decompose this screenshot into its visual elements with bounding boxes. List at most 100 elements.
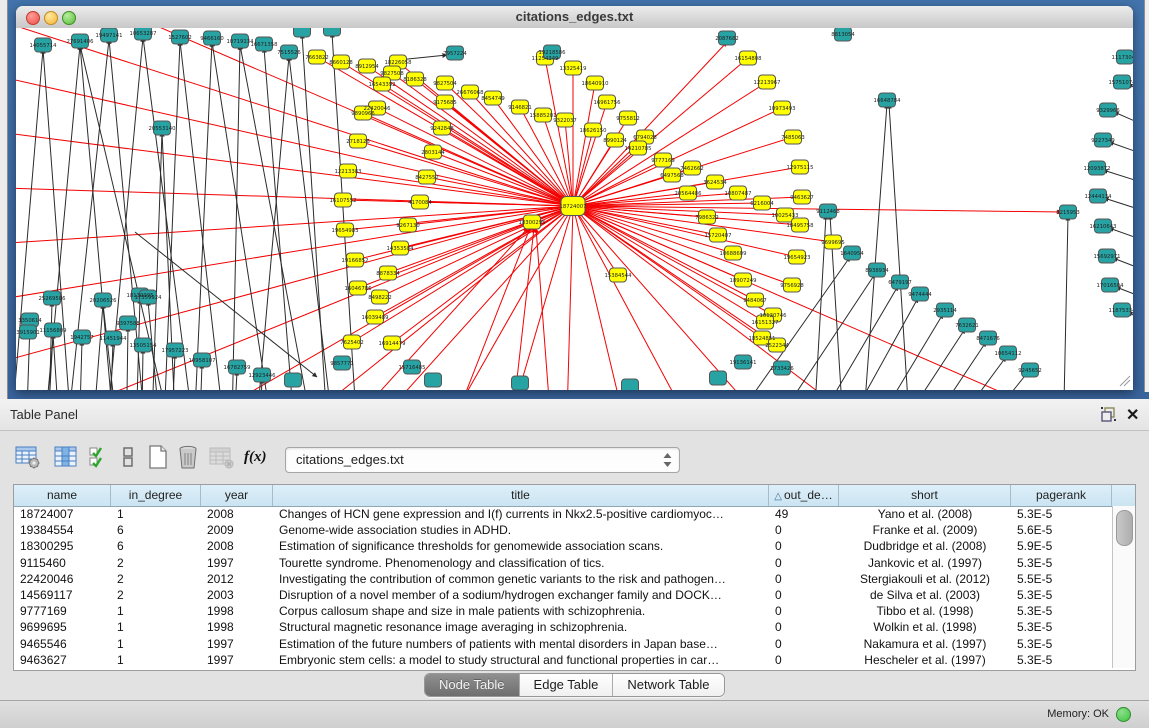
- cell-in_degree[interactable]: 1: [111, 652, 201, 668]
- cell-pagerank[interactable]: 5.3E-5: [1011, 555, 1112, 571]
- graph-edge[interactable]: [190, 42, 212, 390]
- graph-node[interactable]: [425, 373, 442, 387]
- graph-edge[interactable]: [445, 83, 573, 206]
- tab-edge-table[interactable]: Edge Table: [520, 674, 614, 696]
- graph-edge[interactable]: [573, 206, 765, 322]
- cell-name[interactable]: 18724007: [14, 506, 111, 522]
- graph-edge[interactable]: [377, 108, 573, 206]
- graph-edge[interactable]: [1114, 112, 1133, 132]
- tab-node-table[interactable]: Node Table: [425, 674, 520, 696]
- cell-short[interactable]: Wolkin et al. (1998): [839, 619, 1011, 635]
- cell-year[interactable]: 2008: [201, 506, 273, 522]
- cell-out_de[interactable]: 0: [769, 636, 839, 652]
- graph-node[interactable]: [512, 376, 529, 390]
- cell-out_de[interactable]: 0: [769, 619, 839, 635]
- graph-edge[interactable]: [78, 341, 82, 390]
- graph-edge[interactable]: [198, 364, 202, 390]
- cell-title[interactable]: Tourette syndrome. Phenomenology and cla…: [273, 555, 769, 571]
- column-header-name[interactable]: name: [14, 485, 111, 506]
- cell-out_de[interactable]: 49: [769, 506, 839, 522]
- cell-title[interactable]: Investigating the contribution of common…: [273, 571, 769, 587]
- graph-edge[interactable]: [1103, 170, 1133, 188]
- network-window-titlebar[interactable]: citations_edges.txt: [16, 6, 1133, 29]
- graph-edge[interactable]: [573, 206, 618, 275]
- cell-pagerank[interactable]: 5.3E-5: [1011, 636, 1112, 652]
- table-row[interactable]: 969969511998Structural magnetic resonanc…: [14, 619, 1112, 635]
- cell-short[interactable]: Nakamura et al. (1997): [839, 636, 1011, 652]
- cell-title[interactable]: Estimation of significance thresholds fo…: [273, 538, 769, 554]
- graph-edge[interactable]: [90, 304, 103, 390]
- cell-name[interactable]: 18300295: [14, 538, 111, 554]
- table-selector-dropdown[interactable]: citations_edges.txt: [285, 447, 680, 473]
- cell-short[interactable]: Yano et al. (2008): [839, 506, 1011, 522]
- cell-year[interactable]: 1997: [201, 555, 273, 571]
- cell-title[interactable]: Genome-wide association studies in ADHD.: [273, 522, 769, 538]
- graph-edge[interactable]: [500, 228, 534, 390]
- delete-rows-icon[interactable]: [176, 444, 200, 470]
- graph-edge[interactable]: [560, 206, 573, 390]
- cell-short[interactable]: Dudbridge et al. (2008): [839, 538, 1011, 554]
- tab-network-table[interactable]: Network Table: [613, 674, 723, 696]
- graph-edge[interactable]: [135, 232, 317, 377]
- close-panel-icon[interactable]: ✕: [1126, 405, 1142, 423]
- table-settings-icon[interactable]: [14, 444, 42, 470]
- column-header-pagerank[interactable]: pagerank: [1011, 485, 1112, 506]
- cell-title[interactable]: Structural magnetic resonance image aver…: [273, 619, 769, 635]
- cell-out_de[interactable]: 0: [769, 652, 839, 668]
- cell-out_de[interactable]: 0: [769, 587, 839, 603]
- graph-edge[interactable]: [890, 314, 943, 390]
- graph-edge[interactable]: [382, 84, 573, 206]
- graph-node[interactable]: [710, 371, 727, 385]
- cell-pagerank[interactable]: 5.3E-5: [1011, 619, 1112, 635]
- cell-pagerank[interactable]: 5.3E-5: [1011, 652, 1112, 668]
- cell-out_de[interactable]: 0: [769, 555, 839, 571]
- cell-year[interactable]: 1998: [201, 619, 273, 635]
- graph-edge[interactable]: [53, 334, 62, 390]
- table-row[interactable]: 1456911722003Disruption of a novel membe…: [14, 587, 1112, 603]
- graph-edge[interactable]: [860, 104, 887, 390]
- graph-edge[interactable]: [889, 104, 912, 390]
- cell-title[interactable]: Corpus callosum shape and size in male p…: [273, 603, 769, 619]
- table-row[interactable]: 1938455462009Genome-wide association stu…: [14, 522, 1112, 538]
- cell-year[interactable]: 1998: [201, 603, 273, 619]
- table-row[interactable]: 946362711997Embryonic stem cells: a mode…: [14, 652, 1112, 668]
- table-row[interactable]: 2242004622012Investigating the contribut…: [14, 571, 1112, 587]
- cell-pagerank[interactable]: 5.6E-5: [1011, 522, 1112, 538]
- table-row[interactable]: 946554611997Estimation of the future num…: [14, 636, 1112, 652]
- column-header-in_degree[interactable]: in_degree: [111, 485, 201, 506]
- cell-pagerank[interactable]: 5.9E-5: [1011, 538, 1112, 554]
- cell-in_degree[interactable]: 1: [111, 603, 201, 619]
- cell-year[interactable]: 2008: [201, 538, 273, 554]
- cell-in_degree[interactable]: 1: [111, 619, 201, 635]
- graph-node[interactable]: [324, 28, 341, 36]
- cell-pagerank[interactable]: 5.3E-5: [1011, 587, 1112, 603]
- column-header-title[interactable]: title: [273, 485, 769, 506]
- cell-out_de[interactable]: 0: [769, 522, 839, 538]
- citation-network-graph[interactable]: 1872400776638228660128891295418226058982…: [16, 28, 1133, 390]
- graph-edge[interactable]: [866, 298, 918, 390]
- cell-pagerank[interactable]: 5.3E-5: [1011, 506, 1112, 522]
- cell-name[interactable]: 9463627: [14, 652, 111, 668]
- cell-short[interactable]: de Silva et al. (2003): [839, 587, 1011, 603]
- graph-edge[interactable]: [160, 41, 180, 390]
- cell-title[interactable]: Embryonic stem cells: a model to study s…: [273, 652, 769, 668]
- graph-edge[interactable]: [48, 302, 52, 390]
- column-header-short[interactable]: short: [839, 485, 1011, 506]
- graph-edge[interactable]: [1113, 258, 1133, 276]
- cell-year[interactable]: 2012: [201, 571, 273, 587]
- cell-in_degree[interactable]: 2: [111, 571, 201, 587]
- graph-edge[interactable]: [573, 206, 1040, 390]
- memory-status-indicator-icon[interactable]: [1116, 707, 1131, 722]
- cell-in_degree[interactable]: 2: [111, 555, 201, 571]
- cell-title[interactable]: Estimation of the future numbers of pati…: [273, 636, 769, 652]
- canvas-resize-grip[interactable]: [1120, 376, 1130, 386]
- cell-in_degree[interactable]: 6: [111, 522, 201, 538]
- cell-in_degree[interactable]: 6: [111, 538, 201, 554]
- float-panel-icon[interactable]: [1100, 406, 1117, 423]
- table-row[interactable]: 1830029562008Estimation of significance …: [14, 538, 1112, 554]
- table-scrollbar[interactable]: [1112, 506, 1135, 668]
- cell-name[interactable]: 14569117: [14, 587, 111, 603]
- cell-title[interactable]: Changes of HCN gene expression and I(f) …: [273, 506, 769, 522]
- column-header-year[interactable]: year: [201, 485, 273, 506]
- cell-short[interactable]: Jankovic et al. (1997): [839, 555, 1011, 571]
